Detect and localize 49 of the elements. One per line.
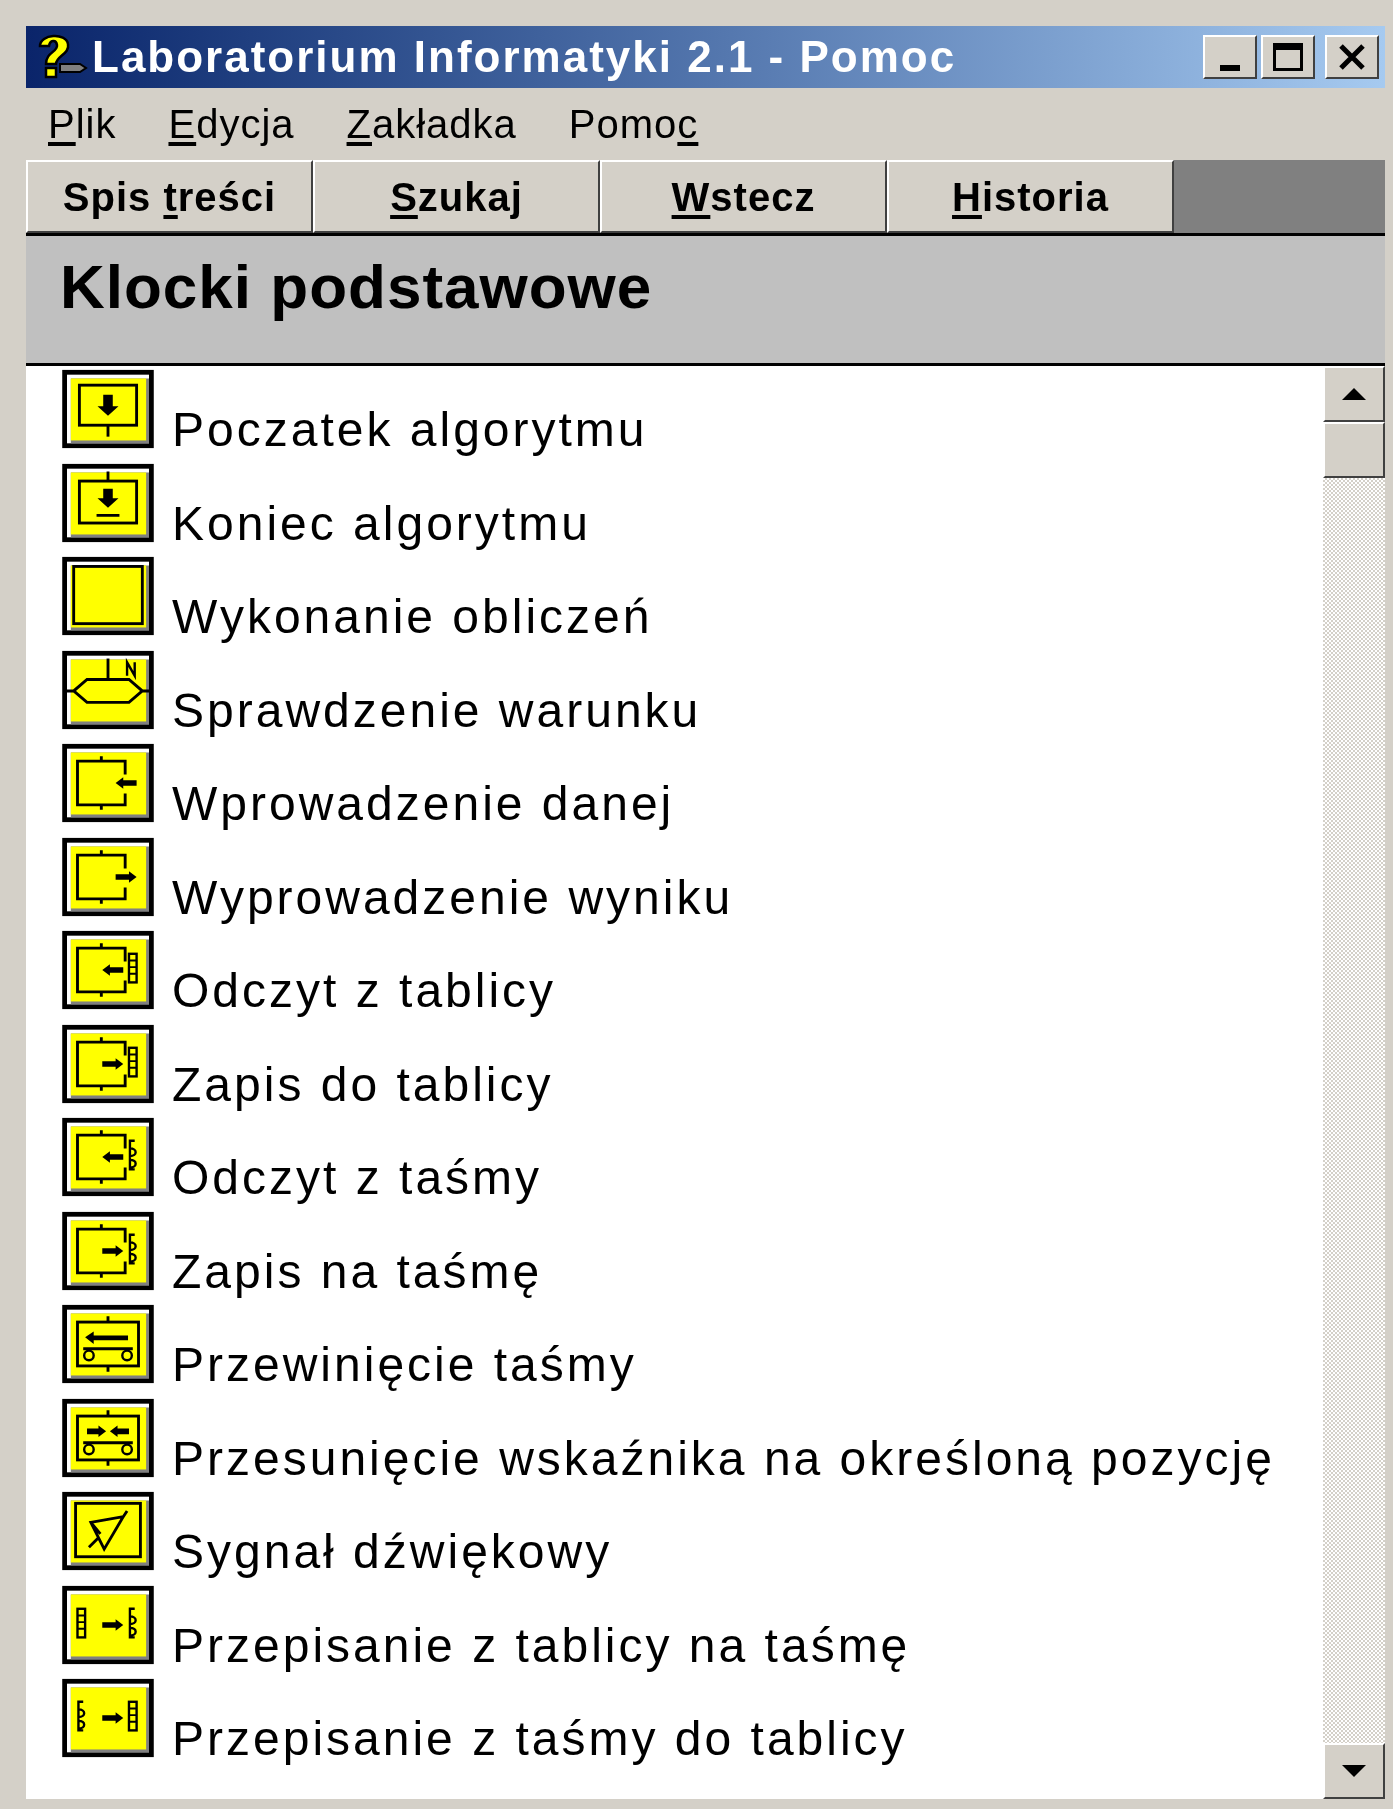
- up-arrow-icon: [1342, 388, 1366, 400]
- block-label: Zapis na taśmę: [172, 1245, 543, 1298]
- block-label: Odczyt z tablicy: [172, 965, 557, 1017]
- tape-to-array-block-icon: [60, 1677, 156, 1759]
- block-label: Koniec algorytmu: [172, 497, 591, 550]
- seek-block-icon: [60, 1396, 156, 1479]
- input-block-icon: [60, 742, 156, 824]
- block-label: Wykonanie obliczeń: [172, 591, 653, 643]
- scroll-down-button[interactable]: [1323, 1743, 1385, 1799]
- rewind-block-icon: [60, 1303, 156, 1385]
- toolbar-button[interactable]: Wstecz: [600, 160, 887, 233]
- down-arrow-icon: [1342, 1765, 1366, 1777]
- output-block-icon: [60, 835, 156, 918]
- block-label: Poczatek algorytmu: [172, 404, 648, 456]
- end-block-icon: [60, 461, 156, 544]
- toolbar-button[interactable]: Spis treści: [26, 160, 313, 233]
- write-array-block-icon: [60, 1022, 156, 1105]
- block-label: Wprowadzenie danej: [172, 778, 675, 830]
- block-label: Sprawdzenie warunku: [172, 684, 702, 737]
- page-heading: Klocki podstawowe: [60, 252, 653, 321]
- read-tape-block-icon: [60, 1116, 156, 1198]
- write-tape-block-icon: [60, 1209, 156, 1292]
- block-label: Odczyt z taśmy: [172, 1152, 543, 1204]
- scroll-thumb[interactable]: [1323, 422, 1385, 478]
- menu-item[interactable]: Zakładka: [346, 94, 517, 154]
- read-array-block-icon: [60, 929, 156, 1011]
- menu-item[interactable]: Edycja: [168, 94, 295, 154]
- beep-block-icon: [60, 1490, 156, 1572]
- minimize-button[interactable]: [1203, 35, 1257, 79]
- array-to-tape-block-icon: [60, 1583, 156, 1666]
- block-label: Przepisanie z taśmy do tablicy: [172, 1713, 908, 1765]
- close-button[interactable]: [1325, 35, 1379, 79]
- block-label: Zapis do tablicy: [172, 1058, 554, 1111]
- menu-item[interactable]: Plik: [48, 94, 117, 154]
- window-title: Laboratorium Informatyki 2.1 - Pomoc: [92, 31, 957, 83]
- block-label: Sygnał dźwiękowy: [172, 1526, 613, 1578]
- block-label: Wyprowadzenie wyniku: [172, 871, 734, 924]
- process-block-icon: [60, 555, 156, 637]
- toolbar-button[interactable]: Szukaj: [313, 160, 600, 233]
- scroll-up-button[interactable]: [1323, 366, 1385, 422]
- maximize-button[interactable]: [1261, 35, 1315, 79]
- block-label: Przewinięcie taśmy: [172, 1339, 637, 1391]
- block-label: Przesunięcie wskaźnika na określoną pozycję: [172, 1432, 1275, 1485]
- condition-block-icon: [60, 648, 156, 731]
- block-label: Przepisanie z tablicy na taśmę: [172, 1619, 911, 1672]
- scrollbar[interactable]: [1323, 366, 1385, 1799]
- toolbar-button[interactable]: Historia: [887, 160, 1174, 233]
- close-icon: [1337, 43, 1367, 71]
- menu-item[interactable]: Pomoc: [568, 94, 699, 154]
